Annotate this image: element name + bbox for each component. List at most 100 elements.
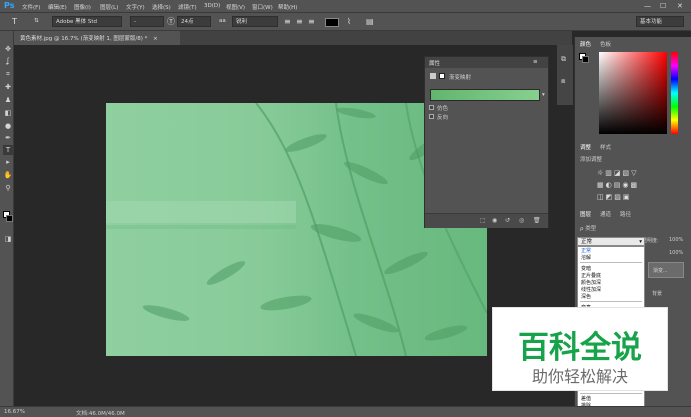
menu-view[interactable]: 视图(V) bbox=[226, 3, 245, 11]
zoom-tool-icon[interactable]: ⚲ bbox=[3, 183, 13, 193]
gradient-map-label: 渐变映射 bbox=[449, 75, 472, 81]
menu-image[interactable]: 图像(I) bbox=[74, 3, 91, 11]
blend-mode-select[interactable]: 正常 ▾ bbox=[577, 237, 645, 246]
blend-mode-value: 正常 bbox=[581, 239, 593, 245]
quick-mask-icon[interactable]: ◨ bbox=[3, 234, 13, 244]
pen-tool-icon[interactable]: ✒ bbox=[3, 133, 13, 143]
hue-slider[interactable] bbox=[671, 52, 678, 134]
clip-icon[interactable]: ⬚ bbox=[480, 217, 486, 224]
tab-swatches[interactable]: 色板 bbox=[600, 40, 611, 48]
fill-value[interactable]: 100% bbox=[669, 250, 683, 256]
blend-option[interactable]: 差值 bbox=[581, 395, 591, 402]
menu-help[interactable]: 帮助(H) bbox=[278, 3, 297, 11]
menu-filter[interactable]: 滤镜(T) bbox=[178, 3, 197, 11]
stamp-tool-icon[interactable]: ♟ bbox=[3, 95, 13, 105]
color-bg-swatch[interactable] bbox=[582, 56, 589, 63]
properties-footer: ⬚ ◉ ↺ ◎ 🗑 bbox=[425, 213, 548, 228]
visibility-icon[interactable]: ◎ bbox=[519, 217, 524, 224]
font-style-select[interactable]: - bbox=[130, 16, 164, 27]
adjustment-icons[interactable]: ☼▥◪▧▽ ▦◐▤◉▩ ◫◩▨▣ bbox=[597, 167, 657, 203]
menu-3d[interactable]: 3D(D) bbox=[204, 3, 220, 9]
healing-tool-icon[interactable]: ✚ bbox=[3, 82, 13, 92]
blend-option[interactable]: 颜色加深 bbox=[581, 279, 601, 286]
blend-option[interactable]: 线性加深 bbox=[581, 286, 601, 293]
document-tab-title: 黄色素材.jpg @ 16.7% (渐变映射 1, 图层蒙版/8) * bbox=[20, 36, 148, 42]
tab-paths[interactable]: 路径 bbox=[620, 210, 631, 218]
minimize-button[interactable]: — bbox=[644, 2, 651, 10]
menu-window[interactable]: 窗口(W) bbox=[252, 3, 273, 11]
blend-option[interactable]: 深色 bbox=[581, 293, 591, 300]
path-select-icon[interactable]: ▸ bbox=[3, 157, 13, 167]
document-tab[interactable]: 黄色素材.jpg @ 16.7% (渐变映射 1, 图层蒙版/8) * × bbox=[14, 31, 180, 45]
hand-tool-icon[interactable]: ✋ bbox=[3, 170, 13, 180]
menu-layer[interactable]: 图层(L) bbox=[100, 3, 118, 11]
menu-select[interactable]: 选择(S) bbox=[152, 3, 171, 11]
font-size-icon: Ⓣ bbox=[167, 17, 175, 26]
background-color-swatch[interactable] bbox=[6, 215, 13, 222]
text-orientation-icon[interactable]: ⇅ bbox=[34, 16, 39, 27]
properties-panel-header: 属性 ≡ bbox=[425, 57, 548, 68]
properties-dock-icon[interactable]: ⧈ bbox=[561, 77, 565, 86]
view-previous-icon[interactable]: ◉ bbox=[492, 217, 497, 224]
lasso-tool-icon[interactable]: ʆ bbox=[3, 56, 13, 66]
anti-alias-label: aa bbox=[219, 18, 226, 24]
toolbox: ✥ ʆ ⌗ ✚ ♟ ◧ ● ✒ T ▸ ✋ ⚲ ◨ bbox=[0, 31, 14, 406]
align-center-icon[interactable]: ≡ bbox=[296, 16, 303, 27]
blend-option[interactable]: 正常 bbox=[581, 247, 591, 254]
dither-checkbox[interactable] bbox=[429, 105, 434, 110]
type-tool-icon[interactable]: T bbox=[3, 145, 13, 155]
menu-file[interactable]: 文件(F) bbox=[22, 3, 40, 11]
character-panel-icon[interactable]: ▤ bbox=[366, 16, 374, 27]
close-window-button[interactable]: ✕ bbox=[677, 2, 683, 10]
tab-channels[interactable]: 通道 bbox=[600, 210, 611, 218]
workspace-select[interactable]: 基本功能 bbox=[636, 16, 684, 27]
photoshop-logo: Ps bbox=[4, 1, 15, 10]
mini-dock: ⧉ ⧈ bbox=[557, 45, 573, 105]
menu-type[interactable]: 文字(Y) bbox=[126, 3, 145, 11]
type-tool-icon[interactable]: T bbox=[12, 16, 17, 27]
gradient-preview[interactable] bbox=[430, 89, 540, 101]
history-icon[interactable]: ⧉ bbox=[561, 55, 566, 64]
align-right-icon[interactable]: ≡ bbox=[308, 16, 315, 27]
status-bar: 16.67% 文档:46.0M/46.0M bbox=[0, 406, 691, 417]
reverse-label: 反向 bbox=[437, 115, 449, 121]
align-left-icon[interactable]: ≡ bbox=[284, 16, 291, 27]
trash-icon[interactable]: 🗑 bbox=[533, 217, 541, 224]
eraser-tool-icon[interactable]: ◧ bbox=[3, 108, 13, 118]
mask-icon[interactable] bbox=[439, 73, 445, 79]
font-family-select[interactable]: Adobe 黑体 Std bbox=[52, 16, 122, 27]
maximize-button[interactable]: ☐ bbox=[660, 2, 666, 10]
blend-option[interactable]: 溶解 bbox=[581, 254, 591, 261]
options-bar: T ⇅ Adobe 黑体 Std - Ⓣ 24点 aa 锐利 ≡ ≡ ≡ ⌇ ▤… bbox=[0, 13, 691, 31]
divider bbox=[580, 393, 642, 394]
layer-background[interactable]: 背景 bbox=[648, 286, 684, 302]
tab-styles[interactable]: 样式 bbox=[600, 143, 611, 151]
tab-layers[interactable]: 图层 bbox=[580, 210, 591, 218]
anti-alias-select[interactable]: 锐利 bbox=[232, 16, 278, 27]
opacity-value[interactable]: 100% bbox=[669, 237, 683, 243]
blend-option[interactable]: 变暗 bbox=[581, 265, 591, 272]
blend-option[interactable]: 正片叠底 bbox=[581, 272, 601, 279]
layer-gradient-map[interactable]: 渐变... bbox=[648, 262, 684, 278]
panel-menu-icon[interactable]: ≡ bbox=[533, 59, 538, 65]
color-picker-field[interactable] bbox=[599, 52, 667, 134]
warp-text-icon[interactable]: ⌇ bbox=[347, 16, 351, 27]
dither-label: 仿色 bbox=[437, 106, 449, 112]
crop-tool-icon[interactable]: ⌗ bbox=[3, 69, 13, 79]
reverse-checkbox[interactable] bbox=[429, 114, 434, 119]
document-size: 文档:46.0M/46.0M bbox=[76, 411, 125, 417]
layer-kind-filter[interactable]: ρ 类型 bbox=[580, 224, 596, 232]
gradient-dropdown-icon[interactable]: ▾ bbox=[542, 92, 545, 98]
font-size-select[interactable]: 24点 bbox=[177, 16, 211, 27]
close-tab-icon[interactable]: × bbox=[153, 36, 158, 42]
watermark-title: 百科全说 bbox=[518, 330, 642, 366]
blur-tool-icon[interactable]: ● bbox=[3, 121, 13, 131]
zoom-level[interactable]: 16.67% bbox=[4, 409, 25, 415]
menu-edit[interactable]: 编辑(E) bbox=[48, 3, 67, 11]
text-color-swatch[interactable] bbox=[325, 18, 339, 27]
divider bbox=[580, 262, 642, 263]
move-tool-icon[interactable]: ✥ bbox=[3, 44, 13, 54]
reset-icon[interactable]: ↺ bbox=[505, 217, 510, 224]
tab-adjustments[interactable]: 调整 bbox=[580, 143, 591, 151]
tab-color[interactable]: 颜色 bbox=[580, 40, 591, 48]
